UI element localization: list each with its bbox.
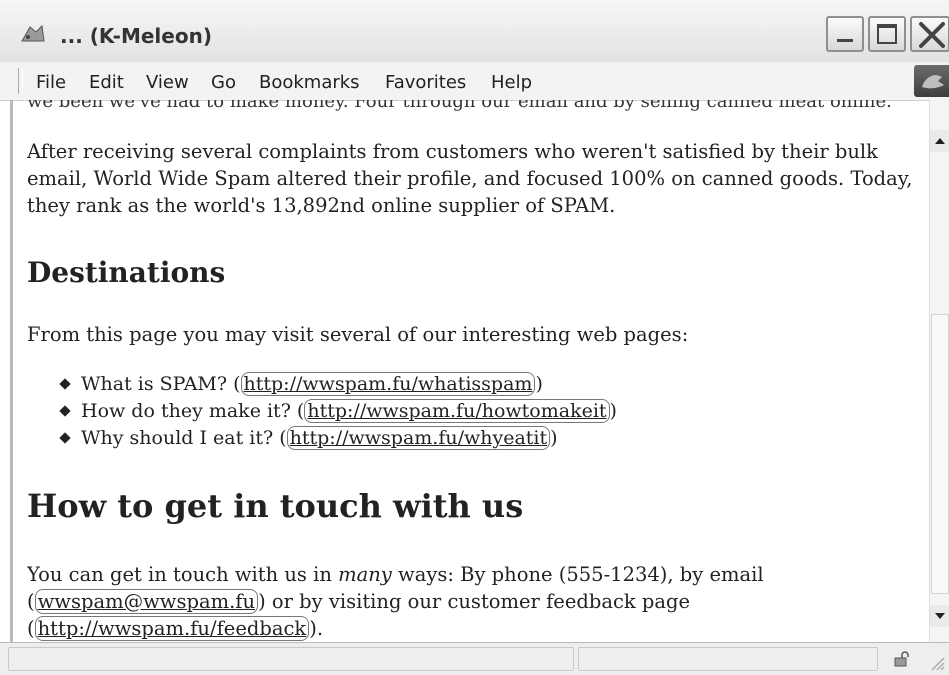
list-item: Why should I eat it? (http://wwspam.fu/w… — [59, 425, 617, 452]
menu-file[interactable]: File — [36, 72, 66, 93]
menu-favorites[interactable]: Favorites — [385, 72, 466, 93]
contact-text: . — [316, 617, 324, 640]
contact-text: or by visiting our customer feedback pag… — [265, 590, 691, 613]
lock-icon — [894, 651, 909, 667]
destination-list: What is SPAM? (http://wwspam.fu/whatissp… — [59, 371, 617, 452]
menu-bookmarks[interactable]: Bookmarks — [259, 72, 360, 93]
vertical-scrollbar[interactable] — [929, 100, 949, 642]
status-pane-secondary — [578, 647, 878, 671]
intro-paragraph: After receiving several complaints from … — [27, 140, 913, 217]
contact-text: ways: By phone (555-1234), by email — [391, 563, 764, 586]
link-whatisspam[interactable]: http://wwspam.fu/whatisspam — [240, 372, 536, 396]
content-frame-border — [10, 100, 13, 642]
bullet-icon — [59, 377, 71, 390]
scrollbar-thumb[interactable] — [931, 314, 949, 594]
status-pane-main — [8, 647, 574, 671]
maximize-button[interactable] — [868, 16, 906, 52]
minimize-icon — [837, 39, 853, 42]
page-content: we been we've had to make money. Four th… — [27, 100, 917, 642]
menu-help[interactable]: Help — [491, 72, 532, 93]
menu-view[interactable]: View — [146, 72, 189, 93]
close-button[interactable] — [910, 16, 949, 52]
clipped-text-line: we been we've had to make money. Four th… — [27, 100, 892, 112]
scroll-up-icon — [935, 138, 945, 144]
k-meleon-app-icon — [21, 24, 45, 42]
scroll-up-button[interactable] — [930, 130, 949, 152]
contact-text: You can get in touch with us in — [27, 563, 339, 586]
heading-contact: How to get in touch with us — [27, 487, 524, 525]
link-description: How do they make it? — [81, 400, 291, 422]
feedback-link[interactable]: http://wwspam.fu/feedback — [34, 616, 310, 641]
link-whyeatit[interactable]: http://wwspam.fu/whyeatit — [286, 426, 551, 450]
maximize-icon — [877, 24, 897, 44]
link-description: What is SPAM? — [81, 373, 228, 395]
menu-grip — [18, 68, 23, 94]
menu-go[interactable]: Go — [211, 72, 236, 93]
link-howtomakeit[interactable]: http://wwspam.fu/howtomakeit — [304, 399, 610, 423]
bullet-icon — [59, 404, 71, 417]
email-link[interactable]: wwspam@wwspam.fu — [34, 589, 259, 614]
window-title: ... (K-Meleon) — [60, 24, 212, 48]
scroll-down-icon — [935, 613, 945, 619]
minimize-button[interactable] — [826, 16, 864, 52]
status-bar — [0, 642, 949, 675]
scroll-down-button[interactable] — [930, 605, 949, 627]
list-item: How do they make it? (http://wwspam.fu/h… — [59, 398, 617, 425]
link-description: Why should I eat it? — [81, 427, 274, 449]
close-icon — [919, 22, 945, 48]
menu-bar: File Edit View Go Bookmarks Favorites He… — [0, 62, 949, 101]
title-bar: ... (K-Meleon) — [0, 0, 949, 63]
menu-edit[interactable]: Edit — [89, 72, 124, 93]
heading-destinations: Destinations — [27, 256, 226, 289]
resize-grip-icon[interactable] — [925, 651, 945, 671]
list-item: What is SPAM? (http://wwspam.fu/whatissp… — [59, 371, 617, 398]
bullet-icon — [59, 431, 71, 444]
contact-paragraph: You can get in touch with us in many way… — [27, 563, 764, 641]
emphasis-text: many — [338, 563, 392, 586]
throbber-icon — [914, 65, 949, 97]
destinations-paragraph: From this page you may visit several of … — [27, 323, 689, 346]
